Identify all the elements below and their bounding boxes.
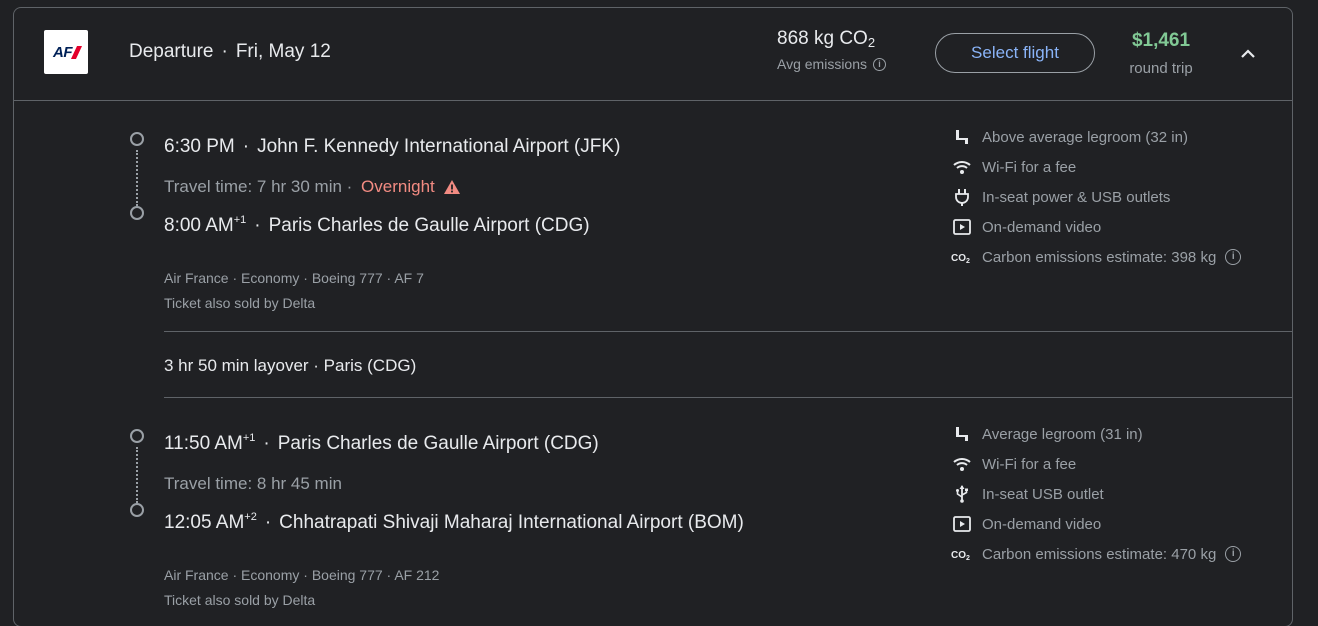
emissions-value: 868 kg CO [777, 28, 868, 49]
timeline-arrive-dot [130, 503, 144, 517]
video-icon [951, 515, 973, 533]
amenity-row: Above average legroom (32 in) [951, 122, 1241, 152]
amenity-row: In-seat power & USB outlets [951, 182, 1241, 212]
amenities-list: Average legroom (31 in) Wi-Fi for a fee … [951, 419, 1242, 569]
wifi-icon [951, 455, 973, 473]
price-block: $1,461 round trip [1120, 30, 1202, 77]
emissions-subscript: 2 [867, 35, 876, 50]
timeline-dotted-line [136, 150, 138, 206]
flight-details: Air France · Economy · Boeing 777 · AF 2… [164, 567, 440, 583]
divider [164, 397, 1292, 398]
svg-text:CO: CO [951, 253, 966, 264]
amenity-row: CO 2 Carbon emissions estimate: 470 kg i [951, 539, 1242, 569]
arrival-line: 8:00 AM+1 · Paris Charles de Gaulle Airpor… [164, 214, 590, 236]
timeline-depart-dot [130, 132, 144, 146]
overnight-label: Overnight [361, 177, 435, 196]
emissions-summary: 868 kg CO2 Avg emissions i [777, 28, 887, 72]
departure-line: 6:30 PM · John F. Kennedy International Ai… [164, 136, 621, 157]
flight-header[interactable]: AF Departure · Fri, May 12 868 kg CO2 Avg … [14, 8, 1292, 101]
co2-icon: CO 2 [951, 545, 973, 563]
video-icon [951, 218, 973, 236]
arrival-line: 12:05 AM+2 · Chhatrapati Shivaji Maharaj I… [164, 511, 744, 533]
co2-icon: CO 2 [951, 248, 973, 266]
amenity-row: Wi-Fi for a fee [951, 152, 1241, 182]
wifi-icon [951, 158, 973, 176]
departure-airport: Paris Charles de Gaulle Airport (CDG) [277, 433, 599, 454]
timeline-dotted-line [136, 447, 138, 503]
sold-by: Ticket also sold by Delta [164, 295, 316, 311]
arrival-time: 12:05 AM [164, 512, 245, 533]
air-france-logo: AF [44, 30, 88, 74]
logo-text: AF [53, 43, 73, 61]
departure-time: 6:30 PM [164, 136, 235, 157]
departure-time: 11:50 AM [164, 433, 243, 454]
travel-time-line: Travel time: 8 hr 45 min [164, 474, 342, 494]
layover-info: 3 hr 50 min layover · Paris (CDG) [164, 356, 417, 375]
header-date: Fri, May 12 [235, 41, 331, 62]
timeline-arrive-dot [130, 206, 144, 220]
price-label: round trip [1129, 60, 1193, 77]
flight-card: AF Departure · Fri, May 12 868 kg CO2 Avg … [13, 7, 1293, 626]
arrival-airport: Paris Charles de Gaulle Airport (CDG) [268, 215, 590, 236]
legroom-icon [951, 425, 973, 443]
flight-details: Air France · Economy · Boeing 777 · AF 7 [164, 270, 424, 286]
emissions-label: Avg emissions [777, 56, 868, 72]
info-icon[interactable]: i [873, 57, 887, 71]
svg-text:2: 2 [966, 555, 970, 561]
timeline-depart-dot [130, 429, 144, 443]
svg-text:CO: CO [951, 550, 966, 561]
chevron-up-icon[interactable] [1234, 43, 1262, 63]
arrival-airport: Chhatrapati Shivaji Maharaj Internationa… [279, 512, 744, 533]
header-title: Departure · Fri, May 12 [129, 41, 331, 62]
travel-time: Travel time: 8 hr 45 min [164, 474, 342, 493]
svg-text:2: 2 [966, 258, 970, 264]
power-plug-icon [951, 188, 973, 206]
header-direction: Departure [129, 41, 214, 62]
sold-by: Ticket also sold by Delta [164, 592, 316, 608]
amenity-row: Average legroom (31 in) [951, 419, 1241, 449]
amenity-row: On-demand video [951, 212, 1241, 242]
info-icon[interactable]: i [1225, 249, 1242, 265]
arrival-time: 8:00 AM [164, 215, 234, 236]
price-value: $1,461 [1131, 30, 1191, 51]
logo-slash-mark [70, 45, 83, 59]
amenity-row: CO 2 Carbon emissions estimate: 398 kg i [951, 242, 1242, 272]
divider [164, 331, 1292, 332]
warning-icon [443, 180, 460, 194]
amenity-row: In-seat USB outlet [951, 479, 1241, 509]
departure-airport: John F. Kennedy International Airport (J… [257, 136, 621, 157]
legroom-icon [951, 128, 973, 146]
travel-time: Travel time: 7 hr 30 min [164, 177, 342, 196]
info-icon[interactable]: i [1225, 546, 1242, 562]
amenity-row: Wi-Fi for a fee [951, 449, 1241, 479]
amenities-list: Above average legroom (32 in) Wi-Fi for … [951, 122, 1242, 272]
usb-icon [951, 485, 973, 503]
travel-time-line: Travel time: 7 hr 30 min · Overnight [164, 177, 461, 197]
departure-line: 11:50 AM+1 · Paris Charles de Gaulle Airpo… [164, 432, 599, 454]
select-flight-button[interactable]: Select flight [935, 33, 1095, 73]
amenity-row: On-demand video [951, 509, 1241, 539]
